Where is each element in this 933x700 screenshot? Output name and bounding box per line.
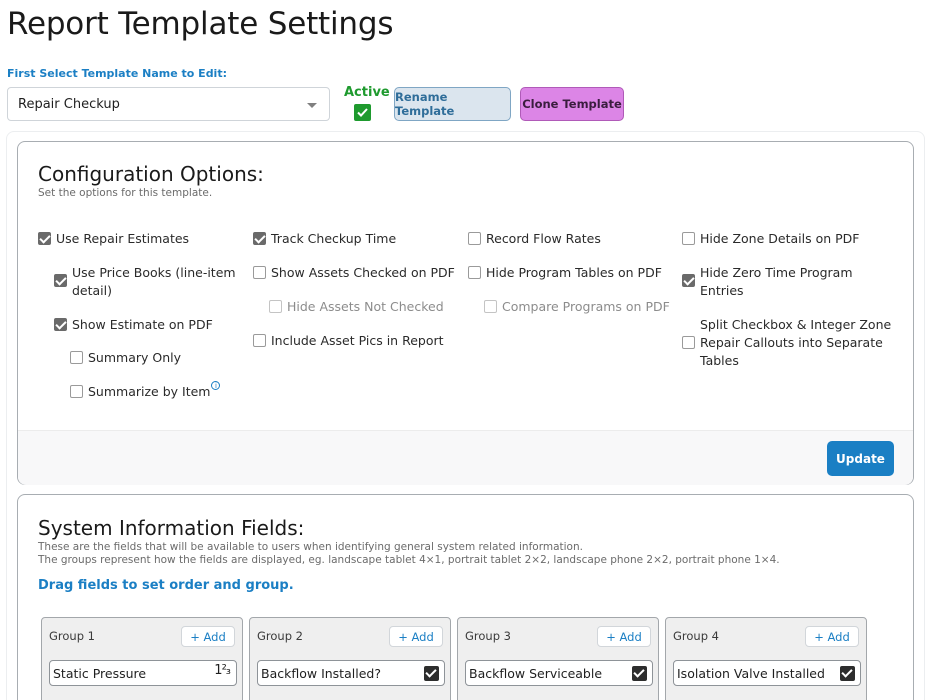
option-split-zone-repair-callouts[interactable]: Split Checkbox & Integer Zone Repair Cal… [682,316,892,370]
option-hide-zone-details[interactable]: Hide Zone Details on PDF [682,230,859,248]
template-select-label: First Select Template Name to Edit: [7,67,227,80]
field-item[interactable]: Isolation Valve Installed [673,660,861,686]
option-record-flow-rates[interactable]: Record Flow Rates [468,230,601,248]
add-field-button[interactable]: + Add [805,626,859,647]
integer-type-icon: 1²₃ [214,663,231,678]
clone-template-button[interactable]: Clone Template [520,87,624,121]
checkbox[interactable] [70,351,83,364]
field-group-1[interactable]: Group 1 + Add Static Pressure 1²₃ [41,617,243,700]
add-field-button[interactable]: + Add [597,626,651,647]
option-hide-zero-time-entries[interactable]: Hide Zero Time Program Entries [682,264,882,300]
group-label: Group 3 [465,629,511,643]
checkbox[interactable] [38,232,51,245]
field-group-4[interactable]: Group 4 + Add Isolation Valve Installed [665,617,867,700]
drag-hint: Drag fields to set order and group. [38,578,294,593]
option-use-price-books[interactable]: Use Price Books (line-item detail) [54,264,244,300]
field-item[interactable]: Static Pressure 1²₃ [49,660,237,686]
checkbox[interactable] [253,334,266,347]
configuration-subtitle: Set the options for this template. [38,187,213,199]
system-information-card: System Information Fields: These are the… [17,494,914,700]
check-icon [357,108,368,117]
option-include-asset-pics[interactable]: Include Asset Pics in Report [253,332,444,350]
configuration-footer: Update [18,430,913,485]
field-name: Isolation Valve Installed [677,666,825,681]
option-track-checkup-time[interactable]: Track Checkup Time [253,230,396,248]
template-select-value: Repair Checkup [18,97,120,112]
checkbox[interactable] [253,266,266,279]
field-group-3[interactable]: Group 3 + Add Backflow Serviceable [457,617,659,700]
configuration-card: Configuration Options: Set the options f… [17,141,914,485]
checkbox-type-icon [424,666,439,681]
field-item[interactable]: Backflow Serviceable [465,660,653,686]
checkbox [269,300,282,313]
field-item[interactable]: Backflow Installed? [257,660,445,686]
option-hide-assets-not-checked: Hide Assets Not Checked [269,298,444,316]
option-summarize-by-item[interactable]: Summarize by Item i [70,381,221,401]
system-information-title: System Information Fields: [38,516,305,540]
group-label: Group 1 [49,629,95,643]
field-name: Backflow Installed? [261,666,381,681]
field-name: Backflow Serviceable [469,666,603,681]
field-group-2[interactable]: Group 2 + Add Backflow Installed? [249,617,451,700]
checkbox[interactable] [70,385,83,398]
template-select[interactable]: Repair Checkup [7,87,330,121]
active-label: Active [344,85,390,100]
rename-template-button[interactable]: Rename Template [394,87,511,121]
checkbox[interactable] [682,336,695,349]
add-field-button[interactable]: + Add [389,626,443,647]
checkbox[interactable] [468,266,481,279]
field-name: Static Pressure [53,666,147,681]
checkbox [484,300,497,313]
option-show-estimate-on-pdf[interactable]: Show Estimate on PDF [54,316,213,334]
checkbox-type-icon [840,666,855,681]
option-summary-only[interactable]: Summary Only [70,349,181,367]
chevron-down-icon [307,103,317,108]
checkbox[interactable] [468,232,481,245]
active-checkbox[interactable] [354,104,371,121]
system-information-desc-1: These are the fields that will be availa… [38,541,583,553]
system-information-desc-2: The groups represent how the fields are … [38,554,780,566]
add-field-button[interactable]: + Add [181,626,235,647]
checkbox[interactable] [253,232,266,245]
configuration-title: Configuration Options: [38,162,264,186]
info-icon[interactable]: i [211,381,221,390]
option-use-repair-estimates[interactable]: Use Repair Estimates [38,230,189,248]
option-show-assets-checked[interactable]: Show Assets Checked on PDF [253,264,455,282]
group-label: Group 2 [257,629,303,643]
checkbox[interactable] [54,274,67,287]
checkbox-type-icon [632,666,647,681]
update-button[interactable]: Update [827,441,894,476]
group-label: Group 4 [673,629,719,643]
option-compare-programs: Compare Programs on PDF [484,298,670,316]
checkbox[interactable] [682,274,695,287]
checkbox[interactable] [54,318,67,331]
page-title: Report Template Settings [7,6,394,42]
option-hide-program-tables[interactable]: Hide Program Tables on PDF [468,264,662,282]
checkbox[interactable] [682,232,695,245]
